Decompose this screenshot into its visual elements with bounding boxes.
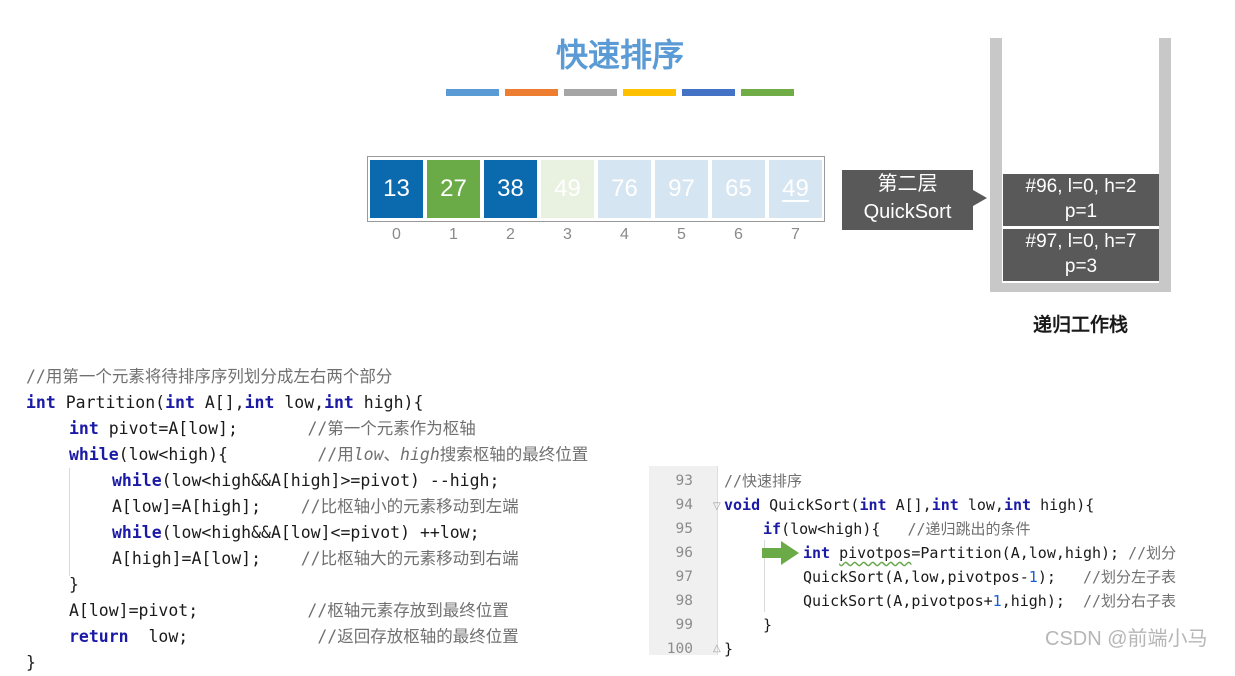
editor-line: if(low<high){ //递归跳出的条件	[763, 520, 1031, 538]
line-number: 97	[675, 569, 693, 585]
code-line: int Partition(int A[],int low,int high){	[26, 393, 424, 412]
code-line: return low; //返回存放枢轴的最终位置	[69, 627, 519, 646]
color-stripe-segment	[682, 89, 735, 96]
page-title: 快速排序	[555, 36, 684, 74]
editor-line: void QuickSort(int A[],int low,int high)…	[724, 496, 1095, 514]
stack-frame-info: #96, l=0, h=2	[1025, 176, 1137, 197]
stack-label: 递归工作栈	[1032, 314, 1128, 336]
array-index: 1	[449, 226, 458, 243]
current-line-arrow-icon	[762, 541, 799, 565]
editor-line-current: int pivotpos=Partition(A,low,high); //划分	[803, 544, 1177, 562]
color-stripe-segment	[564, 89, 617, 96]
editor-line: QuickSort(A,pivotpos+1,high); //划分右子表	[803, 592, 1177, 610]
array-index: 7	[791, 226, 800, 243]
array-cell: 76	[598, 160, 651, 218]
pointer-arrow-icon	[973, 190, 987, 206]
stack-right-wall	[1159, 38, 1171, 292]
code-line: A[high]=A[low]; //比枢轴大的元素移动到右端	[112, 549, 519, 568]
code-line: while(low<high){ //用low、high搜索枢轴的最终位置	[69, 445, 589, 464]
fold-marker-icon[interactable]: ▽	[713, 501, 721, 512]
color-stripe-segment	[623, 89, 676, 96]
stack-floor	[990, 283, 1171, 292]
array-index: 6	[734, 226, 743, 243]
array-index: 4	[620, 226, 629, 243]
array-cell: 97	[655, 160, 708, 218]
code-line: while(low<high&&A[high]>=pivot) --high;	[112, 471, 500, 490]
line-number: 95	[675, 521, 693, 537]
line-number: 100	[666, 641, 693, 657]
line-number: 98	[675, 593, 693, 609]
editor-line: //快速排序	[724, 472, 803, 490]
array-cell: 65	[712, 160, 765, 218]
code-line: while(low<high&&A[low]<=pivot) ++low;	[112, 523, 480, 542]
array-index: 2	[506, 226, 515, 243]
color-stripe-segment	[446, 89, 499, 96]
array-index: 5	[677, 226, 686, 243]
recursion-layer-label: 第二层 QuickSort	[842, 170, 973, 230]
code-line: A[low]=pivot; //枢轴元素存放到最终位置	[69, 601, 509, 620]
array-cell: 13	[370, 160, 423, 218]
editor-line: QuickSort(A,low,pivotpos-1); //划分左子表	[803, 568, 1177, 586]
editor-line: }	[724, 640, 734, 658]
stack-frame: #96, l=0, h=2 p=1	[1003, 174, 1159, 226]
stack-frame-pivot: p=3	[1064, 256, 1098, 277]
code-line: //用第一个元素将待排序序列划分成左右两个部分	[26, 367, 393, 386]
array-cell: 49	[769, 160, 822, 218]
array-index: 3	[563, 226, 572, 243]
stack-left-wall	[990, 38, 1002, 292]
code-line: int pivot=A[low]; //第一个元素作为枢轴	[69, 419, 476, 438]
editor-line: }	[763, 616, 773, 634]
array-cell: 27	[427, 160, 480, 218]
layer-label-line2: QuickSort	[863, 201, 952, 223]
stack-frame-info: #97, l=0, h=7	[1025, 231, 1137, 252]
code-line: }	[69, 575, 79, 594]
layer-label-line1: 第二层	[877, 173, 938, 195]
stack-frame: #97, l=0, h=7 p=3	[1003, 229, 1159, 281]
line-number: 93	[675, 473, 693, 489]
partition-code-block: //用第一个元素将待排序序列划分成左右两个部分 int Partition(in…	[26, 364, 646, 676]
watermark: CSDN @前端小马	[1045, 628, 1208, 650]
line-number: 99	[675, 617, 693, 633]
stack-frame-pivot: p=1	[1064, 201, 1098, 222]
array-cell: 49	[541, 160, 594, 218]
color-stripe-segment	[505, 89, 558, 96]
line-number: 94	[675, 497, 693, 513]
color-stripe-segment	[741, 89, 794, 96]
array-cell: 38	[484, 160, 537, 218]
fold-marker-icon[interactable]: △	[713, 643, 721, 654]
line-number: 96	[675, 545, 693, 561]
array-index: 0	[392, 226, 401, 243]
code-line: }	[26, 653, 36, 672]
code-line: A[low]=A[high]; //比枢轴小的元素移动到左端	[112, 497, 519, 516]
